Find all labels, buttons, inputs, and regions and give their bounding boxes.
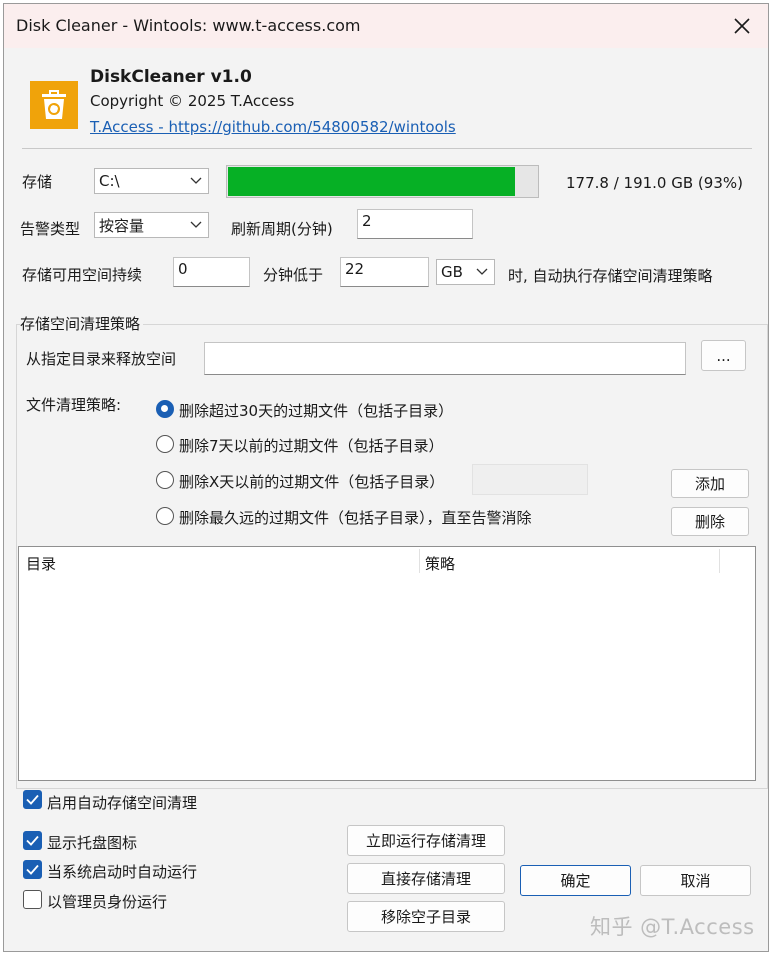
tray-icon-checkbox[interactable] (23, 831, 42, 850)
app-logo (30, 81, 78, 129)
list-header: 目录 策略 (19, 547, 755, 575)
auto-clean-checkbox[interactable] (23, 790, 42, 809)
run-as-admin-label: 以管理员身份运行 (47, 893, 168, 911)
window-title: Disk Cleaner - Wintools: www.t-access.co… (16, 16, 361, 35)
alert-type-select[interactable]: 按容量 (94, 212, 209, 238)
storage-label: 存储 (22, 173, 53, 191)
policy-group-title: 存储空间清理策略 (20, 313, 144, 334)
radio-oldest-label: 删除最久远的过期文件（包括子目录），直至告警消除 (179, 509, 532, 527)
radio-x-days-label: 删除X天以前的过期文件（包括子目录） (179, 473, 445, 491)
checkmark-icon (26, 794, 39, 805)
checkmark-icon (26, 864, 39, 875)
threshold-input[interactable]: 22 (340, 257, 429, 287)
storage-usage-bar (226, 165, 539, 198)
auto-clean-label: 启用自动存储空间清理 (47, 794, 198, 812)
x-days-input[interactable] (472, 464, 588, 495)
radio-30-days[interactable] (156, 400, 174, 418)
remove-empty-dirs-button[interactable]: 移除空子目录 (347, 901, 505, 932)
browse-button[interactable]: ... (701, 340, 746, 371)
policy-list[interactable]: 目录 策略 (18, 546, 756, 781)
dialog-window: Disk Cleaner - Wintools: www.t-access.co… (3, 3, 769, 952)
run-as-admin-checkbox[interactable] (23, 890, 42, 909)
separator (22, 148, 752, 149)
strategy-label: 文件清理策略: (26, 396, 122, 414)
chevron-down-icon (190, 221, 202, 228)
column-header-directory[interactable]: 目录 (26, 553, 56, 574)
watermark: 知乎 @T.Access (590, 915, 755, 939)
radio-x-days[interactable] (156, 471, 174, 489)
drive-value: C:\ (99, 172, 120, 190)
delete-button[interactable]: 删除 (671, 507, 749, 536)
title-bar[interactable]: Disk Cleaner - Wintools: www.t-access.co… (4, 4, 768, 48)
chevron-down-icon (190, 177, 202, 184)
direct-clean-button[interactable]: 直接存储清理 (347, 863, 505, 894)
storage-usage-fill (228, 167, 515, 196)
directory-label: 从指定目录来释放空间 (26, 350, 177, 368)
column-separator[interactable] (419, 549, 420, 573)
radio-oldest[interactable] (156, 507, 174, 525)
condition-prefix: 存储可用空间持续 (22, 266, 143, 284)
chevron-down-icon (476, 268, 488, 275)
drive-select[interactable]: C:\ (94, 168, 209, 194)
column-header-strategy[interactable]: 策略 (425, 553, 455, 574)
ok-button[interactable]: 确定 (520, 865, 631, 896)
storage-usage-text: 177.8 / 191.0 GB (93%) (566, 174, 743, 192)
copyright-text: Copyright © 2025 T.Access (90, 92, 295, 110)
add-button[interactable]: 添加 (671, 469, 749, 498)
autostart-checkbox[interactable] (23, 860, 42, 879)
radio-30-days-label: 删除超过30天的过期文件（包括子目录） (179, 402, 454, 420)
trash-icon (42, 90, 66, 119)
condition-mid: 分钟低于 (263, 266, 324, 284)
close-button[interactable] (724, 10, 760, 42)
radio-7-days[interactable] (156, 435, 174, 453)
radio-7-days-label: 删除7天以前的过期文件（包括子目录） (179, 437, 444, 455)
column-separator[interactable] (719, 549, 720, 573)
tray-icon-label: 显示托盘图标 (47, 834, 138, 852)
alert-type-label: 告警类型 (20, 220, 81, 238)
unit-value: GB (441, 263, 463, 281)
close-icon (734, 18, 750, 34)
refresh-input[interactable]: 2 (357, 209, 473, 239)
duration-minutes-input[interactable]: 0 (173, 257, 250, 287)
autostart-label: 当系统启动时自动运行 (47, 863, 198, 881)
refresh-label: 刷新周期(分钟) (231, 220, 333, 238)
directory-input[interactable] (204, 342, 686, 375)
github-link[interactable]: T.Access - https://github.com/54800582/w… (90, 118, 456, 136)
checkmark-icon (26, 835, 39, 846)
run-now-button[interactable]: 立即运行存储清理 (347, 825, 505, 856)
condition-suffix: 时, 自动执行存储空间清理策略 (508, 267, 713, 285)
unit-select[interactable]: GB (436, 259, 495, 285)
cancel-button[interactable]: 取消 (640, 865, 751, 896)
alert-type-value: 按容量 (99, 216, 145, 235)
app-name: DiskCleaner v1.0 (90, 67, 252, 87)
